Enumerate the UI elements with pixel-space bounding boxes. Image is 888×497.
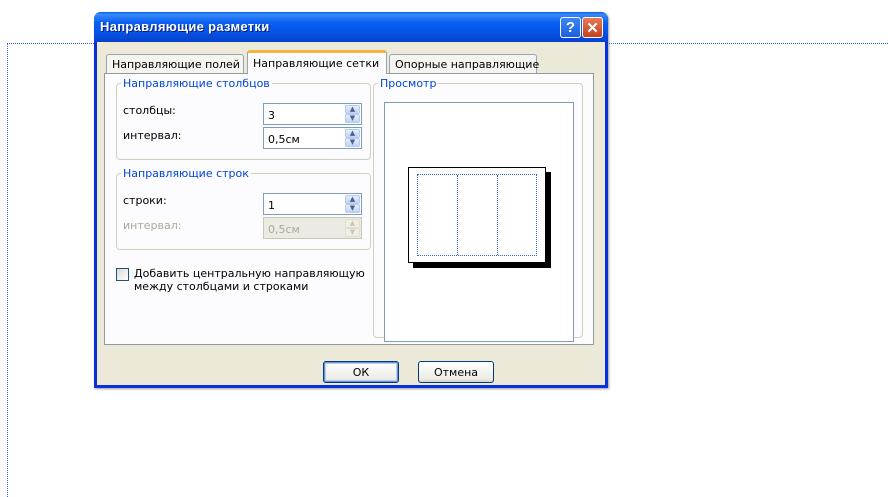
- preview-area: [384, 102, 574, 342]
- row-spacing-value: 0,5см: [268, 223, 300, 236]
- column-spacing-label: интервал:: [123, 129, 182, 142]
- rows-stepper[interactable]: 1 ▲ ▼: [263, 193, 362, 215]
- center-guide-label[interactable]: Добавить центральную направляющую между …: [134, 267, 379, 293]
- row-guides-legend: Направляющие строк: [123, 167, 249, 180]
- grid-guides-panel: Направляющие столбцов столбцы: 3 ▲ ▼ инт…: [104, 73, 594, 345]
- layout-guides-dialog: Направляющие разметки ? ✕ Направляющие п…: [94, 12, 608, 388]
- preview-page: [408, 167, 546, 263]
- column-spacing-value: 0,5см: [268, 133, 300, 146]
- preview-column-guide: [496, 175, 498, 255]
- column-guides-group: Направляющие столбцов столбцы: 3 ▲ ▼ инт…: [116, 77, 371, 160]
- columns-up-arrow-icon[interactable]: ▲: [345, 105, 360, 114]
- title-bar[interactable]: Направляющие разметки ? ✕: [94, 12, 608, 42]
- help-button[interactable]: ?: [560, 17, 581, 38]
- rows-label: строки:: [123, 194, 167, 207]
- page-guide-vertical: [7, 43, 8, 497]
- column-spacing-down-arrow-icon[interactable]: ▼: [345, 138, 360, 147]
- center-guide-checkbox[interactable]: [116, 268, 129, 281]
- rows-down-arrow-icon[interactable]: ▼: [345, 204, 360, 213]
- rows-value: 1: [268, 199, 275, 212]
- dialog-client-area: Направляющие полей Направляющие сетки Оп…: [97, 42, 605, 385]
- column-spacing-up-arrow-icon[interactable]: ▲: [345, 129, 360, 138]
- tab-margin-guides[interactable]: Направляющие полей: [106, 54, 244, 73]
- columns-down-arrow-icon[interactable]: ▼: [345, 114, 360, 123]
- row-spacing-label: интервал:: [123, 219, 182, 232]
- close-icon: ✕: [586, 19, 599, 37]
- column-spacing-stepper[interactable]: 0,5см ▲ ▼: [263, 127, 362, 149]
- columns-stepper[interactable]: 3 ▲ ▼: [263, 103, 362, 125]
- preview-group: Просмотр: [373, 77, 583, 342]
- help-icon: ?: [565, 19, 576, 36]
- dialog-title: Направляющие разметки: [100, 19, 270, 34]
- columns-label: столбцы:: [123, 104, 176, 117]
- preview-legend: Просмотр: [380, 77, 437, 90]
- row-guides-group: Направляющие строк строки: 1 ▲ ▼ интерва…: [116, 167, 371, 250]
- rows-up-arrow-icon[interactable]: ▲: [345, 195, 360, 204]
- column-guides-legend: Направляющие столбцов: [123, 77, 270, 90]
- close-button[interactable]: ✕: [582, 17, 603, 38]
- columns-value: 3: [268, 109, 275, 122]
- row-spacing-down-arrow-icon: ▼: [345, 228, 360, 237]
- preview-margin-guides: [417, 174, 537, 256]
- ok-button[interactable]: ОК: [323, 361, 399, 383]
- row-spacing-stepper: 0,5см ▲ ▼: [263, 217, 362, 239]
- row-spacing-up-arrow-icon: ▲: [345, 219, 360, 228]
- tab-grid-guides[interactable]: Направляющие сетки: [247, 50, 387, 74]
- preview-column-guide: [457, 175, 459, 255]
- cancel-button[interactable]: Отмена: [418, 361, 494, 383]
- tab-baseline-guides[interactable]: Опорные направляющие: [389, 54, 539, 73]
